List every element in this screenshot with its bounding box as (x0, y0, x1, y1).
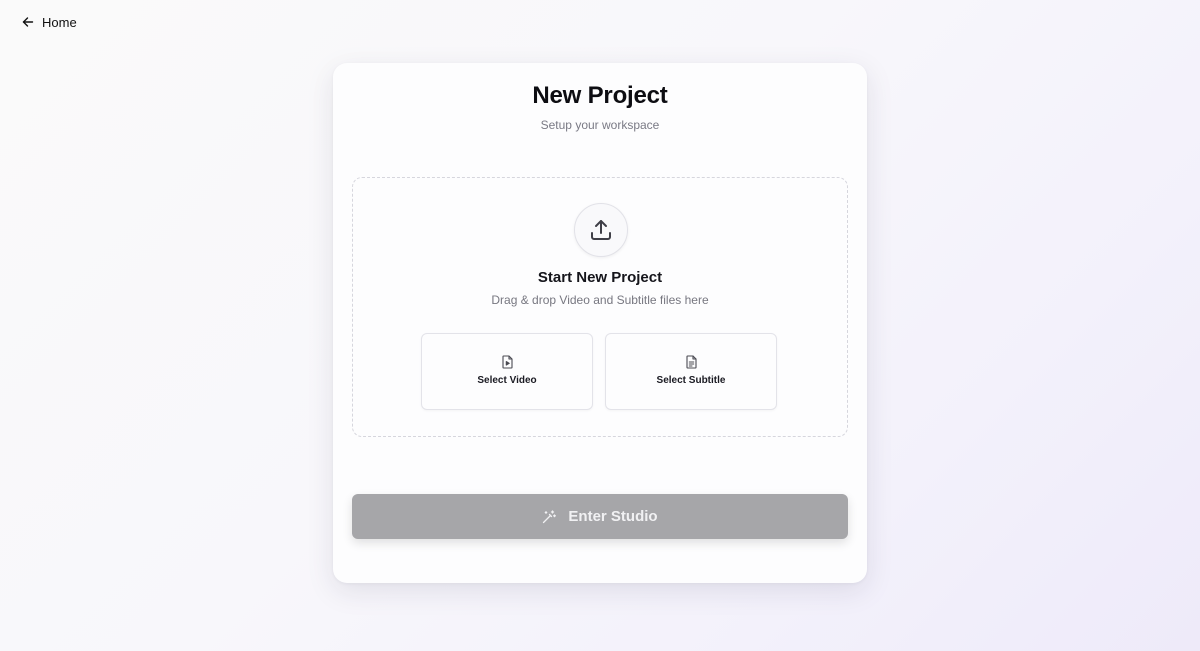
select-video-label: Select Video (477, 375, 537, 386)
select-video-button[interactable]: Select Video (421, 333, 593, 410)
page-title: New Project (532, 82, 668, 109)
magic-wand-icon (542, 509, 557, 524)
upload-icon (589, 218, 613, 242)
dropzone-title: Start New Project (537, 269, 663, 286)
enter-studio-label: Enter Studio (568, 508, 658, 525)
home-link-label: Home (42, 14, 77, 30)
file-text-icon (685, 355, 698, 369)
page-subtitle: Setup your workspace (540, 118, 660, 132)
file-dropzone[interactable]: Start New Project Drag & drop Video and … (352, 177, 848, 437)
select-subtitle-button[interactable]: Select Subtitle (605, 333, 777, 410)
select-subtitle-label: Select Subtitle (656, 375, 726, 386)
new-project-card: New Project Setup your workspace Start N… (333, 63, 867, 583)
dropzone-subtitle: Drag & drop Video and Subtitle files her… (491, 293, 709, 307)
enter-studio-button[interactable]: Enter Studio (352, 494, 848, 539)
file-video-icon (501, 355, 514, 369)
home-back-link[interactable]: Home (22, 13, 77, 31)
upload-icon-badge (574, 203, 628, 257)
arrow-left-icon (22, 16, 34, 28)
